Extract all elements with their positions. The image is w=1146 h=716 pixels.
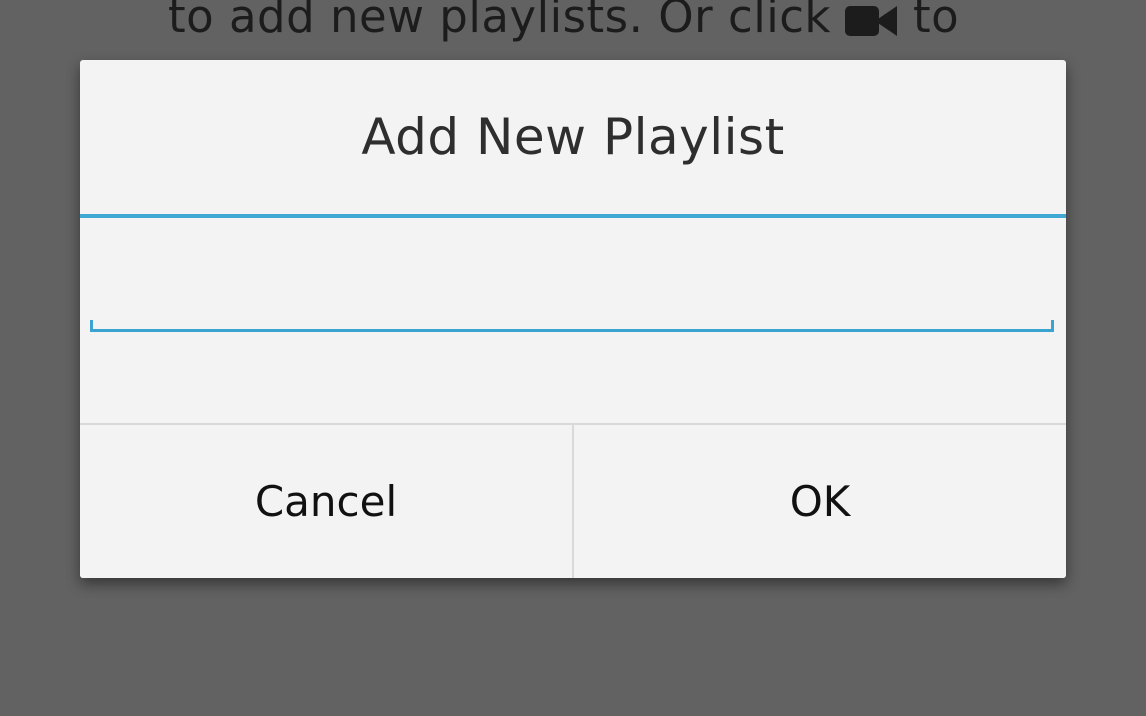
hint-text-part2: to	[913, 0, 960, 43]
hint-text-part1: to add new playlists. Or click	[168, 0, 831, 43]
input-underline	[90, 329, 1054, 332]
dialog-button-bar: Cancel OK	[80, 423, 1066, 578]
screen: to add new playlists. Or click to Add Ne…	[0, 0, 1146, 716]
dialog-title: Add New Playlist	[361, 108, 785, 166]
video-camera-icon	[845, 2, 899, 36]
input-underline-right-tick	[1051, 320, 1054, 332]
add-playlist-dialog: Add New Playlist Cancel OK	[80, 60, 1066, 578]
title-divider	[80, 214, 1066, 218]
background-hint-text: to add new playlists. Or click to	[168, 0, 959, 43]
cancel-button[interactable]: Cancel	[80, 425, 572, 578]
ok-button[interactable]: OK	[574, 425, 1066, 578]
input-underline-left-tick	[90, 320, 93, 332]
playlist-name-input[interactable]	[90, 270, 1054, 330]
playlist-name-field	[90, 270, 1054, 332]
